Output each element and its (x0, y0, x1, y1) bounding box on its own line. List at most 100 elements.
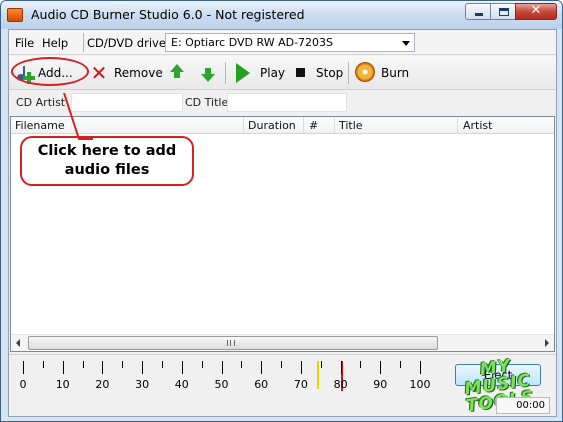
stop-button[interactable]: Stop (294, 62, 346, 84)
scale-tick (300, 361, 302, 374)
column-duration[interactable]: Duration (248, 119, 296, 132)
scale-label: 50 (214, 378, 229, 391)
play-button-label: Play (260, 66, 286, 80)
scale-tick (201, 361, 203, 368)
horizontal-scrollbar[interactable] (11, 334, 554, 351)
scale-tick (420, 361, 421, 374)
scale-tick (62, 361, 64, 374)
column-filename[interactable]: Filename (15, 119, 65, 132)
column-number[interactable]: # (309, 119, 318, 132)
scale-tick (380, 361, 382, 374)
play-button[interactable]: Play (234, 62, 286, 84)
arrow-down-icon (201, 68, 215, 82)
capacity-scale: 0 10 20 30 40 50 60 70 80 90 100 (16, 361, 446, 393)
list-header: Filename Duration # Title Artist (11, 117, 554, 134)
scale-label: 0 (19, 378, 27, 391)
column-artist[interactable]: Artist (463, 119, 492, 132)
scale-label: 20 (95, 378, 110, 391)
scale-tick (221, 361, 223, 374)
stop-button-label: Stop (316, 66, 344, 80)
cd-title-label: CD Title (185, 96, 229, 109)
highlight-ring (11, 57, 89, 86)
drive-select[interactable]: E: Optiarc DVD RW AD-7203S (165, 33, 415, 52)
close-icon: ✕ (530, 3, 542, 18)
capacity-warning-marker (316, 361, 319, 389)
menu-bar: File Help CD/DVD drives E: Optiarc DVD R… (9, 30, 556, 55)
callout-line-2: audio files (64, 162, 150, 178)
scale-label: 100 (409, 378, 431, 391)
column-title[interactable]: Title (339, 119, 363, 132)
scale-tick (23, 361, 24, 374)
scale-tick (261, 361, 263, 374)
cd-artist-label: CD Artist (16, 96, 66, 109)
burn-disc-icon (355, 62, 375, 82)
scale-label: 30 (135, 378, 150, 391)
scale-label: 60 (254, 378, 269, 391)
scale-tick (42, 361, 44, 368)
column-divider (457, 117, 458, 134)
scale-tick (142, 361, 144, 374)
scale-label: 70 (293, 378, 308, 391)
scale-label: 90 (373, 378, 388, 391)
maximize-icon (499, 8, 509, 16)
remove-button[interactable]: ✕ Remove (89, 61, 163, 85)
chevron-down-icon[interactable] (402, 41, 410, 46)
scale-tick (360, 361, 362, 368)
minimize-button[interactable] (465, 3, 491, 20)
scale-tick (281, 361, 283, 368)
app-icon (7, 8, 23, 22)
window-controls: ✕ (465, 3, 557, 20)
toolbar: Add... ✕ Remove Play Stop Burn (9, 56, 556, 90)
drives-label: CD/DVD drives (87, 36, 172, 50)
scale-tick (400, 361, 402, 368)
menu-file-label: File (15, 36, 35, 50)
column-divider (334, 117, 335, 134)
scale-tick (161, 361, 163, 368)
scrollbar-thumb[interactable] (28, 336, 438, 350)
scale-tick (241, 361, 243, 368)
burn-button-label: Burn (381, 66, 410, 80)
scale-tick (82, 361, 84, 368)
toolbar-separator (348, 62, 349, 84)
scale-tick (320, 361, 322, 368)
drive-select-value: E: Optiarc DVD RW AD-7203S (171, 36, 334, 49)
menu-help[interactable]: Help (42, 36, 68, 50)
callout-line-1: Click here to add (37, 143, 177, 159)
scale-label: 40 (174, 378, 189, 391)
scroll-left-icon[interactable] (16, 339, 20, 347)
stop-icon (296, 68, 305, 77)
maximize-button[interactable] (490, 3, 516, 20)
scroll-right-icon[interactable] (545, 339, 549, 347)
scale-label: 80 (333, 378, 348, 391)
burn-button[interactable]: Burn (354, 62, 410, 84)
move-down-button[interactable] (199, 62, 217, 84)
client-area: File Help CD/DVD drives E: Optiarc DVD R… (8, 29, 557, 417)
column-divider (303, 117, 304, 134)
scale-tick (340, 361, 342, 374)
grip-icon (227, 340, 235, 346)
scale-label: 10 (55, 378, 70, 391)
title-bar[interactable]: Audio CD Burner Studio 6.0 - Not registe… (1, 1, 562, 29)
cd-artist-input[interactable] (71, 93, 183, 112)
menu-separator (83, 33, 84, 52)
arrow-up-icon (170, 64, 184, 78)
remove-icon: ✕ (90, 61, 108, 85)
scale-tick (122, 361, 124, 368)
cd-info-row: CD Artist CD Title (9, 91, 556, 113)
scale-tick (102, 361, 104, 374)
toolbar-separator (225, 62, 226, 84)
menu-file[interactable]: File (15, 36, 34, 50)
app-window: Audio CD Burner Studio 6.0 - Not registe… (0, 0, 563, 422)
close-button[interactable]: ✕ (515, 3, 557, 20)
window-title: Audio CD Burner Studio 6.0 - Not registe… (31, 7, 305, 22)
time-display: 00:00 (496, 397, 550, 414)
move-up-button[interactable] (168, 62, 186, 84)
play-icon (236, 63, 250, 83)
remove-button-label: Remove (114, 66, 163, 80)
cd-title-input[interactable] (227, 93, 347, 112)
menu-help-label: Help (42, 36, 69, 50)
tutorial-callout: Click here to add audio files (20, 136, 194, 186)
minimize-icon (475, 13, 483, 16)
scale-tick (181, 361, 183, 374)
column-divider (243, 117, 244, 134)
